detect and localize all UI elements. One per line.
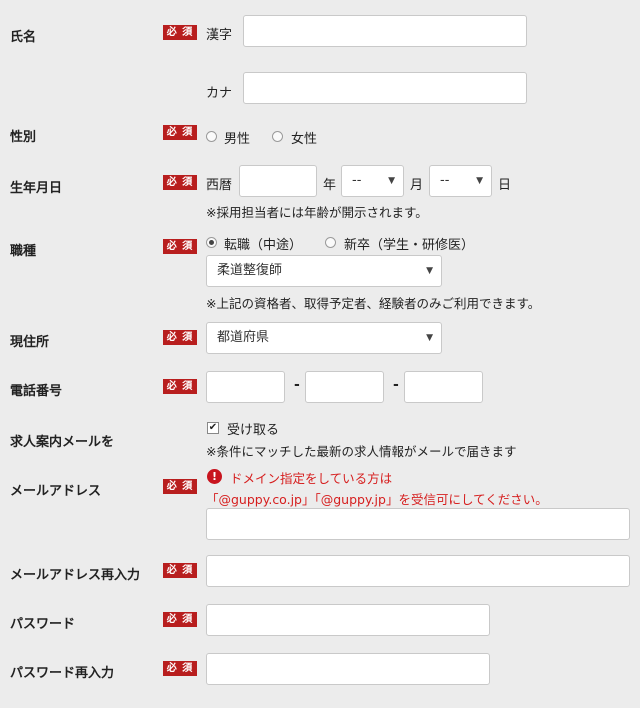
birth-month-select[interactable]: -- ▼	[341, 165, 404, 197]
birth-year-input[interactable]	[239, 165, 317, 197]
phone-label: 電話番号	[10, 384, 63, 399]
required-badge: 必 須	[163, 25, 197, 40]
email-label: メールアドレス	[10, 484, 102, 499]
birth-month-value: --	[352, 173, 362, 188]
birthdate-label: 生年月日	[10, 181, 63, 196]
required-badge: 必 須	[163, 479, 197, 494]
password-confirm-input[interactable]	[206, 653, 490, 685]
email-warning-line2: 「@guppy.co.jp」「@guppy.jp」を受信可にしてください。	[206, 492, 548, 507]
required-badge: 必 須	[163, 661, 197, 676]
occupation-select-value: 柔道整復師	[217, 263, 283, 278]
phone-separator: -	[294, 377, 300, 393]
chevron-down-icon: ▼	[476, 176, 483, 186]
occupation-note: ※上記の資格者、取得予定者、経験者のみご利用できます。	[206, 296, 541, 311]
email-warning-line1: ドメイン指定をしている方は	[230, 471, 393, 486]
name-label: 氏名	[10, 30, 37, 45]
phone-part3-input[interactable]	[404, 371, 483, 403]
alert-icon: !	[207, 469, 222, 484]
birthdate-note: ※採用担当者には年齢が開示されます。	[206, 205, 428, 220]
kanji-label: 漢字	[206, 28, 233, 43]
job-mail-note: ※条件にマッチした最新の求人情報がメールで届きます	[206, 444, 517, 459]
phone-separator: -	[393, 377, 399, 393]
year-unit: 年	[323, 178, 337, 193]
phone-part2-input[interactable]	[305, 371, 384, 403]
name-kanji-input[interactable]	[243, 15, 527, 47]
occupation-career-change-radio[interactable]	[206, 237, 217, 248]
password-confirm-label: パスワード再入力	[10, 666, 115, 681]
birth-day-select[interactable]: -- ▼	[429, 165, 492, 197]
day-unit: 日	[498, 178, 512, 193]
chevron-down-icon: ▼	[426, 333, 433, 343]
required-badge: 必 須	[163, 125, 197, 140]
required-badge: 必 須	[163, 175, 197, 190]
required-badge: 必 須	[163, 239, 197, 254]
occupation-career-change-label[interactable]: 転職（中途）	[224, 234, 302, 253]
prefecture-select-value: 都道府県	[217, 330, 270, 345]
email-confirm-input[interactable]	[206, 555, 630, 587]
occupation-new-grad-label[interactable]: 新卒（学生・研修医）	[344, 234, 474, 253]
required-badge: 必 須	[163, 612, 197, 627]
occupation-select[interactable]: 柔道整復師 ▼	[206, 255, 442, 287]
email-confirm-label: メールアドレス再入力	[10, 568, 141, 583]
password-label: パスワード	[10, 617, 76, 632]
gender-label: 性別	[10, 130, 37, 145]
job-mail-checkbox[interactable]: ✔	[207, 422, 219, 434]
name-kana-input[interactable]	[243, 72, 527, 104]
occupation-new-grad-radio[interactable]	[325, 237, 336, 248]
gender-female-label[interactable]: 女性	[291, 128, 317, 147]
era-label: 西暦	[206, 178, 233, 193]
gender-female-radio[interactable]	[272, 131, 283, 142]
required-badge: 必 須	[163, 379, 197, 394]
birth-day-value: --	[440, 173, 450, 188]
required-badge: 必 須	[163, 330, 197, 345]
email-input[interactable]	[206, 508, 630, 540]
address-label: 現住所	[10, 335, 50, 350]
required-badge: 必 須	[163, 563, 197, 578]
gender-male-radio[interactable]	[206, 131, 217, 142]
month-unit: 月	[410, 178, 424, 193]
phone-part1-input[interactable]	[206, 371, 285, 403]
chevron-down-icon: ▼	[426, 266, 433, 276]
kana-label: カナ	[206, 86, 233, 101]
occupation-label: 職種	[10, 244, 37, 259]
job-mail-label: 求人案内メールを	[10, 435, 115, 450]
chevron-down-icon: ▼	[388, 176, 395, 186]
gender-male-label[interactable]: 男性	[224, 128, 250, 147]
job-mail-checkbox-label[interactable]: 受け取る	[227, 419, 279, 438]
prefecture-select[interactable]: 都道府県 ▼	[206, 322, 442, 354]
password-input[interactable]	[206, 604, 490, 636]
